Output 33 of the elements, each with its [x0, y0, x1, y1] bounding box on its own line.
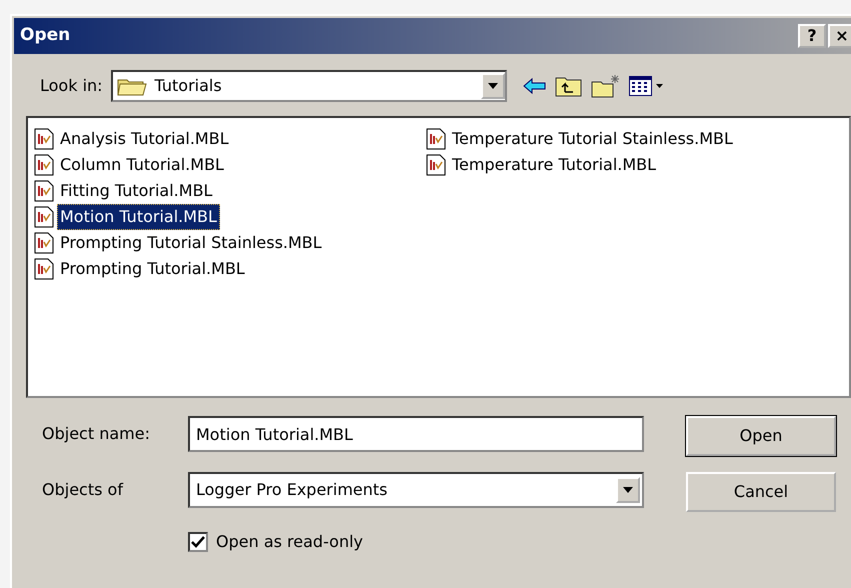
- back-arrow-icon[interactable]: [522, 77, 547, 95]
- look-in-label: Look in:: [40, 75, 103, 97]
- file-item[interactable]: Motion Tutorial.MBL: [57, 204, 220, 230]
- new-folder-icon[interactable]: [590, 74, 621, 98]
- object-name-field[interactable]: Motion Tutorial.MBL: [188, 416, 644, 452]
- objects-of-label: Objects of: [42, 479, 124, 501]
- file-item[interactable]: Analysis Tutorial.MBL: [57, 126, 232, 152]
- document-icon: [34, 180, 54, 202]
- close-button[interactable]: ×: [828, 24, 851, 48]
- document-icon: [34, 206, 54, 228]
- file-item[interactable]: Prompting Tutorial.MBL: [57, 256, 248, 282]
- document-icon: [34, 258, 54, 280]
- view-menu-icon[interactable]: [628, 76, 665, 96]
- file-item[interactable]: Temperature Tutorial.MBL: [449, 152, 660, 178]
- document-icon: [34, 232, 54, 254]
- look-in-dropdown[interactable]: Tutorials: [110, 70, 507, 102]
- file-item[interactable]: Column Tutorial.MBL: [57, 152, 227, 178]
- open-button[interactable]: Open: [686, 416, 836, 456]
- cancel-button[interactable]: Cancel: [686, 472, 836, 512]
- read-only-checkbox[interactable]: [188, 532, 208, 552]
- up-folder-icon[interactable]: [554, 75, 583, 97]
- window-title: Open: [20, 24, 70, 48]
- help-button[interactable]: ?: [798, 24, 826, 48]
- document-icon: [34, 128, 54, 150]
- file-item[interactable]: Fitting Tutorial.MBL: [57, 178, 216, 204]
- document-icon: [34, 154, 54, 176]
- read-only-label[interactable]: Open as read-only: [216, 530, 363, 554]
- document-icon: [426, 128, 446, 150]
- file-item[interactable]: Prompting Tutorial Stainless.MBL: [57, 230, 325, 256]
- file-item[interactable]: Temperature Tutorial Stainless.MBL: [449, 126, 736, 152]
- document-icon: [426, 154, 446, 176]
- object-name-label: Object name:: [42, 423, 151, 445]
- objects-of-dropdown[interactable]: Logger Pro Experiments: [188, 472, 644, 508]
